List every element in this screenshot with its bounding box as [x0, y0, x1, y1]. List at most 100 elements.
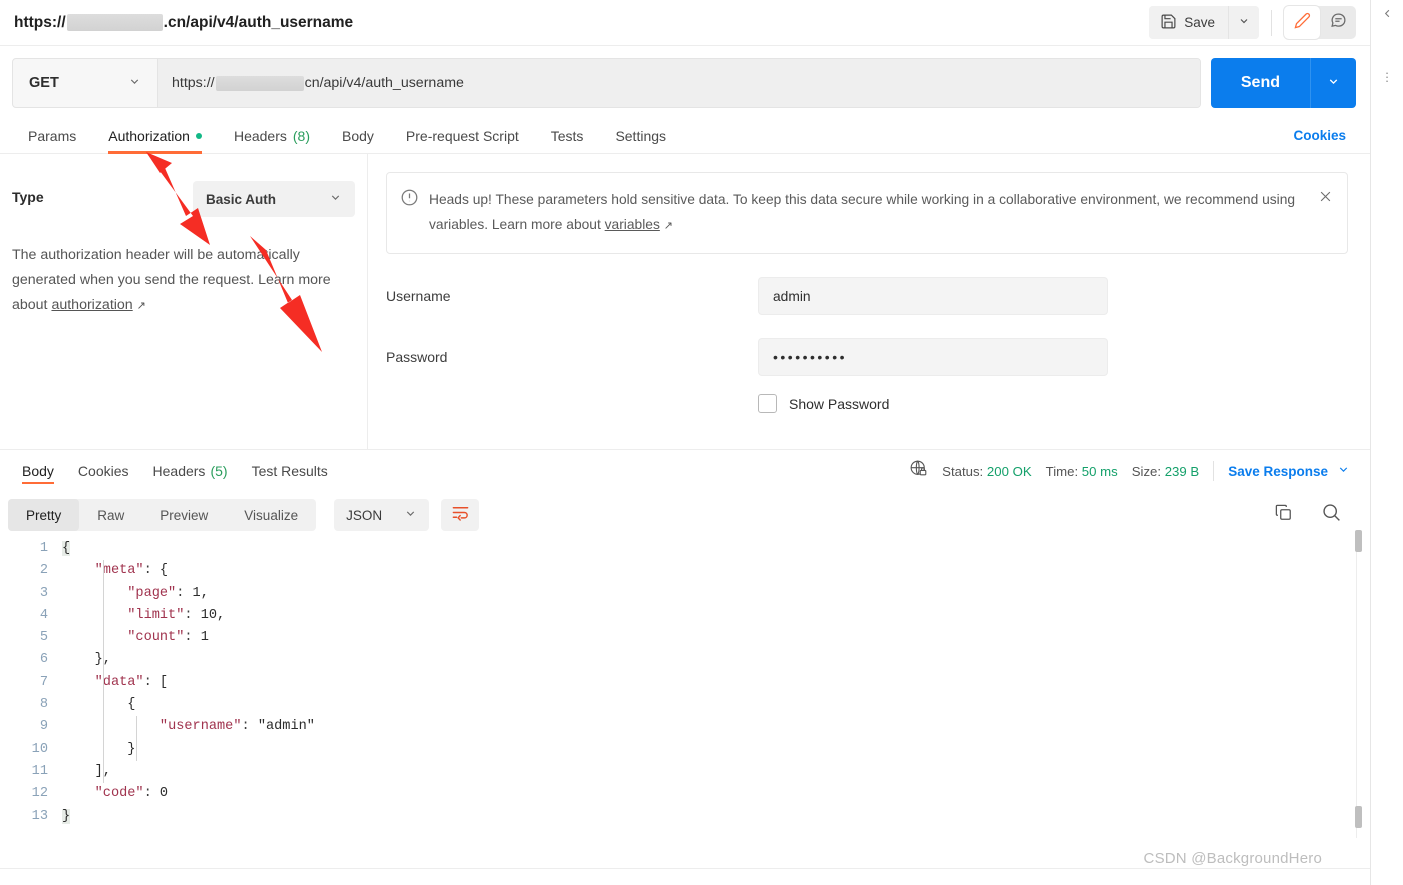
line-number: 5 — [39, 630, 48, 646]
send-options-caret[interactable] — [1310, 58, 1356, 108]
tab-count: (5) — [210, 463, 228, 479]
url-input[interactable]: https:// cn/api/v4/auth_username — [158, 59, 1200, 107]
tab-pre-request-script[interactable]: Pre-request Script — [390, 118, 535, 154]
save-button[interactable]: Save — [1149, 6, 1228, 39]
username-row: Username admin — [386, 277, 1348, 315]
username-input[interactable]: admin — [758, 277, 1108, 315]
password-value: •••••••••• — [773, 349, 848, 365]
code-scrollbar-thumb-top[interactable] — [1355, 530, 1362, 552]
send-button[interactable]: Send — [1210, 58, 1310, 108]
cookies-link[interactable]: Cookies — [1293, 128, 1356, 143]
title-actions: Save — [1149, 6, 1356, 39]
response-actions — [1274, 502, 1356, 528]
external-link-icon: ↗ — [663, 220, 673, 232]
json-line: { — [62, 541, 71, 556]
line-number: 11 — [31, 763, 48, 779]
chevron-down-icon — [1337, 463, 1350, 479]
json-line: "username": "admin" — [159, 719, 315, 735]
tab-label: Headers — [152, 463, 206, 479]
size-value: 239 B — [1164, 463, 1200, 479]
tab-authorization[interactable]: Authorization — [92, 118, 218, 154]
pencil-icon — [1294, 12, 1311, 34]
line-number: 12 — [31, 786, 48, 802]
send-button-group: Send — [1210, 58, 1356, 108]
show-password-row: Show Password — [386, 394, 1348, 413]
show-password-label: Show Password — [789, 395, 890, 412]
json-line: ], — [62, 763, 111, 779]
json-line: } — [62, 741, 136, 757]
save-button-group: Save — [1149, 6, 1259, 39]
chevron-left-icon[interactable] — [1382, 8, 1393, 21]
word-wrap-button[interactable] — [441, 499, 480, 531]
json-code-block: 1 2 3 4 5 6 7 8 9 10 11 12 13 {"meta": … — [0, 538, 1370, 828]
mode-preview[interactable]: Preview — [142, 499, 226, 531]
line-number: 4 — [39, 607, 48, 623]
time-value: 50 ms — [1081, 463, 1118, 479]
tab-headers[interactable]: Headers (8) — [218, 118, 326, 154]
json-line: "page": 1, — [127, 585, 209, 601]
authorization-learn-more-link[interactable]: authorization — [51, 297, 132, 313]
response-tab-bar: Body Cookies Headers (5) Test Results St… — [0, 450, 1370, 492]
auth-type-value: Basic Auth — [206, 191, 277, 207]
response-tab-cookies[interactable]: Cookies — [66, 450, 141, 492]
save-response-button[interactable]: Save Response — [1228, 463, 1350, 479]
auth-description: The authorization header will be automat… — [12, 243, 355, 319]
line-number: 3 — [39, 585, 48, 601]
copy-icon — [1274, 503, 1293, 527]
size-label: Size: — [1131, 463, 1162, 479]
modified-indicator-dot — [195, 132, 202, 139]
mode-raw[interactable]: Raw — [79, 499, 142, 531]
method-select[interactable]: GET — [13, 59, 158, 107]
request-title-prefix: https:// — [14, 13, 66, 31]
tab-label: Params — [28, 127, 77, 144]
status-bar — [0, 868, 1370, 885]
postman-window: https:// .cn/api/v4/auth_username Save G… — [0, 0, 1403, 885]
tab-label: Settings — [615, 127, 667, 144]
mode-visualize[interactable]: Visualize — [226, 499, 316, 531]
tab-tests[interactable]: Tests — [535, 118, 600, 154]
search-icon — [1321, 502, 1342, 528]
page-title: https:// .cn/api/v4/auth_username — [14, 14, 353, 32]
chevron-down-icon — [1327, 75, 1340, 91]
status-value: 200 OK — [986, 463, 1032, 479]
json-line: "meta": { — [94, 563, 169, 579]
response-tab-body[interactable]: Body — [14, 450, 66, 492]
sensitive-data-notice: Heads up! These parameters hold sensitiv… — [386, 172, 1348, 254]
edit-mode-button[interactable] — [1284, 6, 1320, 39]
copy-button[interactable] — [1274, 503, 1293, 527]
password-input[interactable]: •••••••••• — [758, 338, 1108, 376]
password-label: Password — [386, 349, 448, 365]
variables-link[interactable]: variables — [605, 217, 660, 232]
line-number: 2 — [39, 563, 48, 579]
show-password-checkbox[interactable] — [758, 394, 777, 413]
search-button[interactable] — [1321, 502, 1342, 528]
close-icon[interactable] — [1310, 189, 1333, 207]
globe-lock-icon — [909, 459, 928, 483]
tab-count: (8) — [292, 127, 310, 144]
response-tab-headers[interactable]: Headers (5) — [141, 450, 240, 492]
redacted-domain-mask — [66, 14, 163, 31]
tab-params[interactable]: Params — [14, 118, 92, 154]
watermark: CSDN @BackgroundHero — [1143, 850, 1322, 867]
code-scrollbar-thumb-bottom[interactable] — [1355, 806, 1362, 828]
tab-body[interactable]: Body — [326, 118, 390, 154]
comment-button[interactable] — [1320, 6, 1356, 39]
tab-settings[interactable]: Settings — [599, 118, 682, 154]
redacted-domain-mask — [215, 75, 304, 91]
tab-label: Body — [342, 127, 374, 144]
response-meta: Status: 200 OK Time: 50 ms Size: 239 B S… — [909, 459, 1356, 483]
url-suffix: cn/api/v4/auth_username — [304, 75, 464, 91]
language-value: JSON — [346, 507, 383, 523]
status-label: Status: — [942, 463, 984, 479]
request-title-suffix: .cn/api/v4/auth_username — [163, 13, 354, 31]
mode-pretty[interactable]: Pretty — [8, 499, 80, 531]
response-tab-test-results[interactable]: Test Results — [240, 450, 340, 492]
response-body-viewer[interactable]: 1 2 3 4 5 6 7 8 9 10 11 12 13 {"meta": … — [0, 530, 1370, 848]
language-select[interactable]: JSON — [334, 499, 430, 531]
auth-type-select[interactable]: Basic Auth — [193, 181, 355, 217]
save-options-caret[interactable] — [1228, 6, 1259, 39]
indent-guide — [103, 560, 104, 694]
code-scrollbar-track[interactable] — [1356, 532, 1362, 838]
more-vertical-icon[interactable]: · · · — [1385, 66, 1389, 87]
size-label-group: Size: 239 B — [1132, 464, 1199, 479]
